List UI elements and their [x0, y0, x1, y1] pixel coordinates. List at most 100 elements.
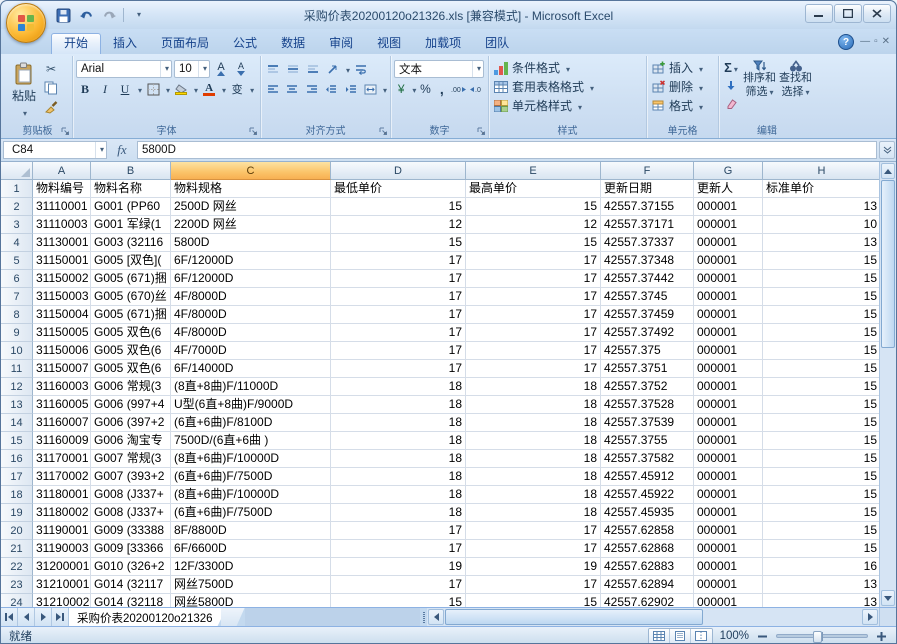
zoom-slider[interactable]: [776, 634, 868, 638]
cell-D6[interactable]: 17: [331, 270, 466, 288]
cell-F17[interactable]: 42557.45912: [601, 468, 694, 486]
row-header-22[interactable]: 22: [1, 558, 33, 576]
scroll-right-button[interactable]: [862, 609, 878, 625]
select-all-button[interactable]: [1, 162, 33, 180]
cell-B13[interactable]: G006 (997+4: [91, 396, 171, 414]
cell-B12[interactable]: G006 常规(3: [91, 378, 171, 396]
cell-G1[interactable]: 更新人: [694, 180, 763, 198]
row-header-12[interactable]: 12: [1, 378, 33, 396]
cell-A20[interactable]: 31190001: [33, 522, 91, 540]
sort-filter-button[interactable]: 排序和 筛选: [743, 58, 776, 123]
decrease-indent-button[interactable]: [323, 81, 341, 98]
formula-input[interactable]: 5800D: [137, 141, 877, 159]
cell-B15[interactable]: G006 淘宝专: [91, 432, 171, 450]
cell-C19[interactable]: (6直+6曲)F/7500D: [171, 504, 331, 522]
cell-B7[interactable]: G005 (670)丝: [91, 288, 171, 306]
cell-H24[interactable]: 13: [763, 594, 881, 607]
cell-F12[interactable]: 42557.3752: [601, 378, 694, 396]
cell-F4[interactable]: 42557.37337: [601, 234, 694, 252]
cell-E1[interactable]: 最高单价: [466, 180, 601, 198]
fill-color-button[interactable]: [172, 81, 190, 98]
qat-customize-button[interactable]: [128, 6, 148, 24]
row-header-19[interactable]: 19: [1, 504, 33, 522]
cell-B16[interactable]: G007 常规(3: [91, 450, 171, 468]
row-header-13[interactable]: 13: [1, 396, 33, 414]
tab-scroll-splitter[interactable]: [420, 608, 427, 626]
cell-D3[interactable]: 12: [331, 216, 466, 234]
cell-A17[interactable]: 31170002: [33, 468, 91, 486]
cell-G22[interactable]: 000001: [694, 558, 763, 576]
insert-worksheet-tab[interactable]: [221, 608, 245, 626]
tab-view[interactable]: 视图: [365, 33, 413, 54]
cell-A3[interactable]: 31110003: [33, 216, 91, 234]
format-cells-button[interactable]: 格式: [650, 96, 715, 115]
cell-G3[interactable]: 000001: [694, 216, 763, 234]
cell-H21[interactable]: 15: [763, 540, 881, 558]
cell-A19[interactable]: 31180002: [33, 504, 91, 522]
tab-addins[interactable]: 加载项: [413, 33, 473, 54]
row-header-15[interactable]: 15: [1, 432, 33, 450]
column-header-H[interactable]: H: [763, 162, 881, 180]
column-header-B[interactable]: B: [91, 162, 171, 180]
cell-C23[interactable]: 网丝7500D: [171, 576, 331, 594]
cell-E3[interactable]: 12: [466, 216, 601, 234]
cell-G20[interactable]: 000001: [694, 522, 763, 540]
zoom-slider-thumb[interactable]: [813, 631, 822, 643]
cell-A24[interactable]: 31210002: [33, 594, 91, 607]
cell-H23[interactable]: 13: [763, 576, 881, 594]
cell-G11[interactable]: 000001: [694, 360, 763, 378]
cell-F18[interactable]: 42557.45922: [601, 486, 694, 504]
cell-A14[interactable]: 31160007: [33, 414, 91, 432]
column-header-A[interactable]: A: [33, 162, 91, 180]
cell-H12[interactable]: 15: [763, 378, 881, 396]
save-button[interactable]: [53, 6, 73, 24]
row-header-18[interactable]: 18: [1, 486, 33, 504]
cell-H10[interactable]: 15: [763, 342, 881, 360]
delete-cells-button[interactable]: 删除: [650, 77, 715, 96]
underline-button[interactable]: U: [116, 81, 134, 98]
scroll-down-button[interactable]: [881, 590, 895, 606]
cell-G8[interactable]: 000001: [694, 306, 763, 324]
cell-F13[interactable]: 42557.37528: [601, 396, 694, 414]
cell-H6[interactable]: 15: [763, 270, 881, 288]
cell-H9[interactable]: 15: [763, 324, 881, 342]
workbook-restore-icon[interactable]: ▫: [874, 37, 878, 47]
paste-button[interactable]: 粘贴: [6, 58, 42, 123]
cell-E12[interactable]: 18: [466, 378, 601, 396]
cell-H18[interactable]: 15: [763, 486, 881, 504]
cell-D14[interactable]: 18: [331, 414, 466, 432]
cell-C16[interactable]: (8直+6曲)F/10000D: [171, 450, 331, 468]
orientation-button[interactable]: [324, 61, 342, 78]
cell-F20[interactable]: 42557.62858: [601, 522, 694, 540]
cell-C18[interactable]: (8直+6曲)F/10000D: [171, 486, 331, 504]
row-header-24[interactable]: 24: [1, 594, 33, 607]
cell-B17[interactable]: G007 (393+2: [91, 468, 171, 486]
cell-F24[interactable]: 42557.62902: [601, 594, 694, 607]
cell-D7[interactable]: 17: [331, 288, 466, 306]
cell-G14[interactable]: 000001: [694, 414, 763, 432]
cell-B11[interactable]: G005 双色(6: [91, 360, 171, 378]
wrap-text-button[interactable]: [352, 61, 370, 78]
bottom-align-button[interactable]: [304, 61, 322, 78]
cell-H3[interactable]: 10: [763, 216, 881, 234]
cell-G17[interactable]: 000001: [694, 468, 763, 486]
cell-C7[interactable]: 4F/8000D: [171, 288, 331, 306]
last-sheet-button[interactable]: [52, 608, 69, 626]
cell-D16[interactable]: 18: [331, 450, 466, 468]
cell-H7[interactable]: 15: [763, 288, 881, 306]
decrease-decimal-button[interactable]: .0: [469, 81, 485, 98]
cell-H14[interactable]: 15: [763, 414, 881, 432]
cell-C20[interactable]: 8F/8800D: [171, 522, 331, 540]
cell-D11[interactable]: 17: [331, 360, 466, 378]
row-header-23[interactable]: 23: [1, 576, 33, 594]
format-painter-button[interactable]: [42, 98, 60, 115]
cell-C1[interactable]: 物料规格: [171, 180, 331, 198]
cell-G7[interactable]: 000001: [694, 288, 763, 306]
cell-A18[interactable]: 31180001: [33, 486, 91, 504]
cell-D15[interactable]: 18: [331, 432, 466, 450]
row-header-20[interactable]: 20: [1, 522, 33, 540]
cell-H13[interactable]: 15: [763, 396, 881, 414]
cell-C14[interactable]: (6直+6曲)F/8100D: [171, 414, 331, 432]
minimize-button[interactable]: [805, 4, 833, 23]
cell-A22[interactable]: 31200001: [33, 558, 91, 576]
